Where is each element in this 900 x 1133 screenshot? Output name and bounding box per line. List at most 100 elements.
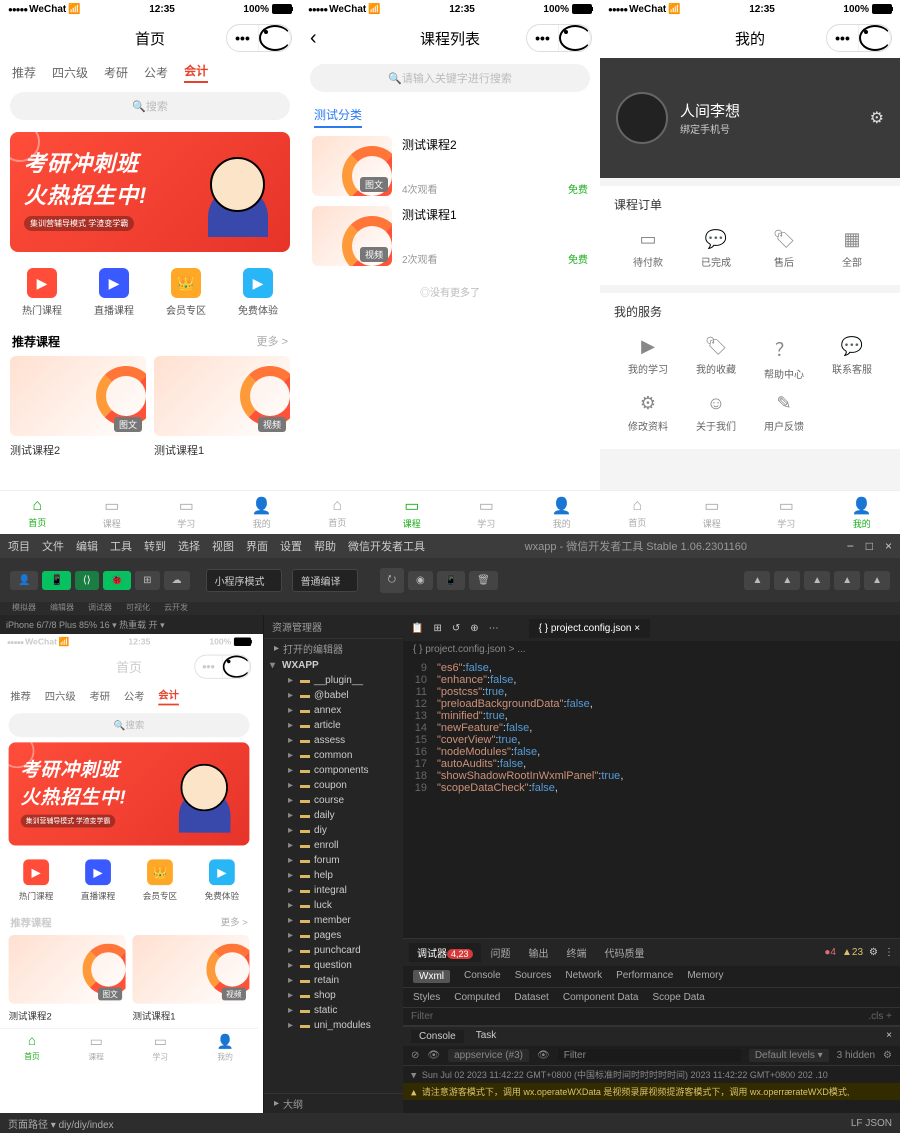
- tabbar-item[interactable]: ⌂首页: [24, 1033, 39, 1061]
- course-card[interactable]: 视频测试课程1: [132, 935, 249, 1028]
- category-item[interactable]: 👑会员专区: [143, 859, 177, 901]
- tabbar-item[interactable]: ▭学习: [477, 496, 495, 530]
- folder-item[interactable]: ▬ forum: [264, 853, 403, 868]
- folder-item[interactable]: ▬ assess: [264, 733, 403, 748]
- filter-tab[interactable]: 测试分类: [314, 106, 362, 128]
- menu-item[interactable]: 帮助: [314, 538, 336, 554]
- context-select[interactable]: appservice (#3): [448, 1049, 529, 1062]
- folder-item[interactable]: ▬ course: [264, 793, 403, 808]
- menu-item[interactable]: 文件: [42, 538, 64, 554]
- service-item[interactable]: 🏷我的收藏: [682, 330, 750, 387]
- course-card[interactable]: 视频测试课程1: [154, 356, 290, 464]
- folder-item[interactable]: ▬ static: [264, 1003, 403, 1018]
- tabbar-item[interactable]: 👤我的: [852, 496, 872, 530]
- debugger-tab[interactable]: 输出: [521, 943, 557, 962]
- file-tab[interactable]: { } project.config.json ×: [529, 619, 650, 638]
- service-item[interactable]: ▶我的学习: [614, 330, 682, 387]
- menu-item[interactable]: 界面: [246, 538, 268, 554]
- folder-item[interactable]: ▬ integral: [264, 883, 403, 898]
- category-tab[interactable]: 考研: [104, 64, 128, 81]
- toolbar-button[interactable]: ▲: [804, 571, 830, 590]
- search-input[interactable]: 🔍 请输入关键字进行搜索: [310, 64, 590, 92]
- console-filter-input[interactable]: Filter: [558, 1049, 741, 1062]
- debugger-tab[interactable]: 终端: [559, 943, 595, 962]
- capsule[interactable]: •••: [226, 24, 292, 52]
- menu-item[interactable]: 选择: [178, 538, 200, 554]
- course-list-item[interactable]: 视频测试课程12次观看免费: [312, 206, 588, 266]
- category-item[interactable]: ▶直播课程: [81, 859, 115, 901]
- category-item[interactable]: ▶直播课程: [94, 268, 134, 317]
- avatar[interactable]: [616, 92, 668, 144]
- folder-item[interactable]: ▬ daily: [264, 808, 403, 823]
- menu-item[interactable]: 转到: [144, 538, 166, 554]
- course-card[interactable]: 图文测试课程2: [9, 935, 126, 1028]
- tabbar-item[interactable]: ▭学习: [777, 496, 795, 530]
- devtools-tab[interactable]: Sources: [515, 970, 552, 983]
- capsule[interactable]: •••: [194, 655, 251, 679]
- folder-item[interactable]: ▬ uni_modules: [264, 1018, 403, 1033]
- tabbar-item[interactable]: 👤我的: [252, 496, 272, 530]
- bind-phone-link[interactable]: 绑定手机号: [680, 121, 740, 136]
- toolbar-button[interactable]: ▲: [774, 571, 800, 590]
- more-link[interactable]: 更多 >: [221, 915, 248, 930]
- category-tab[interactable]: 四六级: [52, 64, 88, 81]
- toolbar-button[interactable]: ▲: [834, 571, 860, 590]
- tabbar-item[interactable]: ▭课程: [88, 1033, 103, 1062]
- course-list-item[interactable]: 图文测试课程24次观看免费: [312, 136, 588, 196]
- folder-item[interactable]: ▬ annex: [264, 703, 403, 718]
- tabbar-item[interactable]: ⌂首页: [328, 497, 346, 529]
- category-tab[interactable]: 考研: [89, 689, 110, 704]
- mode-select[interactable]: 小程序模式: [206, 569, 282, 592]
- tabbar-item[interactable]: 👤我的: [217, 1033, 234, 1062]
- service-item[interactable]: ⚙修改资料: [614, 387, 682, 439]
- order-item[interactable]: 🏷售后: [750, 223, 818, 275]
- avatar-button[interactable]: 👤: [10, 571, 38, 590]
- folder-item[interactable]: ▬ shop: [264, 988, 403, 1003]
- category-item[interactable]: ▶免费体验: [205, 859, 239, 901]
- service-item[interactable]: ✎用户反馈: [750, 387, 818, 439]
- tabbar-item[interactable]: ▭课程: [703, 496, 721, 530]
- toolbar-button[interactable]: ▲: [864, 571, 890, 590]
- folder-item[interactable]: ▬ common: [264, 748, 403, 763]
- folder-item[interactable]: ▬ coupon: [264, 778, 403, 793]
- tabbar-item[interactable]: ▭学习: [177, 496, 195, 530]
- service-item[interactable]: ？帮助中心: [750, 330, 818, 387]
- compile-select[interactable]: 普通编译: [292, 569, 358, 592]
- menu-item[interactable]: 微信开发者工具: [348, 538, 425, 554]
- devtools-tab[interactable]: Performance: [616, 970, 673, 983]
- menu-item[interactable]: 设置: [280, 538, 302, 554]
- devtools-tab[interactable]: Memory: [687, 970, 723, 983]
- category-item[interactable]: ▶免费体验: [238, 268, 278, 317]
- toolbar-button[interactable]: ▲: [744, 571, 770, 590]
- folder-item[interactable]: ▬ @babel: [264, 688, 403, 703]
- profile-header[interactable]: 人间李想 绑定手机号 ⚙: [600, 58, 900, 178]
- back-button[interactable]: ‹: [310, 27, 317, 50]
- devtools-tab[interactable]: Network: [565, 970, 602, 983]
- gear-icon[interactable]: ⚙: [870, 108, 884, 128]
- menu-item[interactable]: 项目: [8, 538, 30, 554]
- folder-item[interactable]: ▬ article: [264, 718, 403, 733]
- promo-banner[interactable]: 考研冲刺班 火热招生中! 集训营辅导模式 学渣变学霸: [10, 132, 290, 252]
- style-filter[interactable]: Filter: [411, 1011, 433, 1022]
- folder-item[interactable]: ▬ components: [264, 763, 403, 778]
- category-tab[interactable]: 会计: [184, 62, 208, 83]
- category-tab[interactable]: 四六级: [45, 689, 76, 704]
- console-tab[interactable]: Console: [411, 1030, 464, 1043]
- more-link[interactable]: 更多 >: [257, 333, 288, 350]
- devtools-tab[interactable]: Console: [464, 970, 501, 983]
- tabbar-item[interactable]: ⌂首页: [628, 497, 646, 529]
- category-item[interactable]: ▶热门课程: [22, 268, 62, 317]
- folder-item[interactable]: ▬ enroll: [264, 838, 403, 853]
- menu-item[interactable]: 工具: [110, 538, 132, 554]
- debugger-tab[interactable]: 调试器4,23: [409, 943, 481, 962]
- category-tab[interactable]: 推荐: [12, 64, 36, 81]
- category-tab[interactable]: 公考: [144, 64, 168, 81]
- folder-item[interactable]: ▬ retain: [264, 973, 403, 988]
- folder-item[interactable]: ▬ luck: [264, 898, 403, 913]
- tabbar-item[interactable]: 👤我的: [552, 496, 572, 530]
- order-item[interactable]: ▦全部: [818, 223, 886, 275]
- category-item[interactable]: 👑会员专区: [166, 268, 206, 317]
- folder-item[interactable]: ▬ __plugin__: [264, 673, 403, 688]
- folder-item[interactable]: ▬ help: [264, 868, 403, 883]
- promo-banner[interactable]: 考研冲刺班 火热招生中! 集训营辅导模式 学渣变学霸: [9, 742, 250, 845]
